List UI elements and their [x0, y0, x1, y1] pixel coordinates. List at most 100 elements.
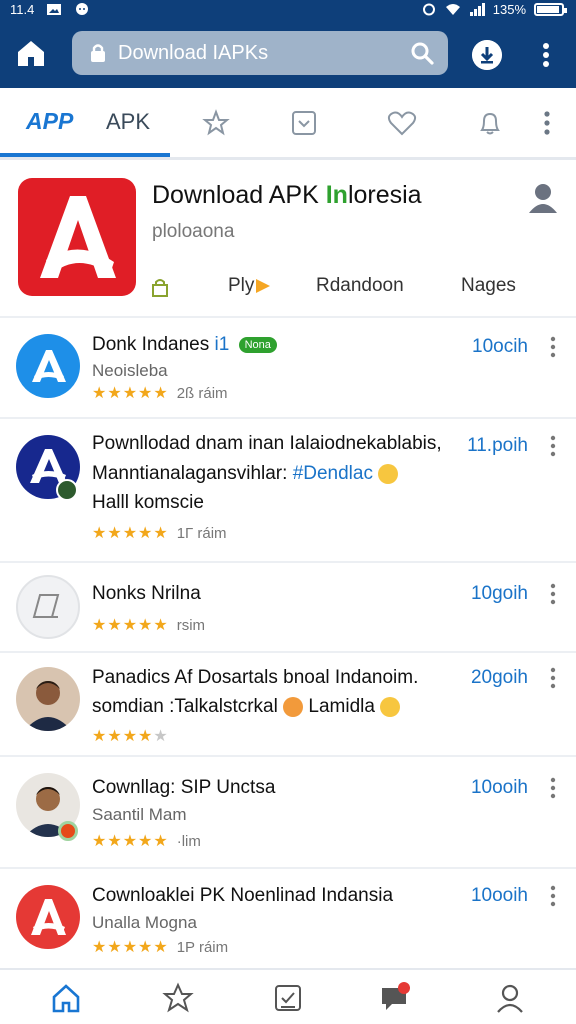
- item-menu-icon[interactable]: [548, 583, 558, 605]
- address-bar[interactable]: Download IAPKs: [72, 31, 448, 75]
- star-icon: ★: [138, 524, 153, 542]
- star-icon: ★: [153, 384, 168, 402]
- star-icon: ★: [138, 938, 153, 956]
- nav-tasks-icon[interactable]: [272, 982, 304, 1014]
- update-box-icon: [292, 110, 316, 135]
- overflow-menu-icon[interactable]: [536, 40, 556, 70]
- featured-meta-play[interactable]: Ply: [228, 275, 272, 297]
- featured-app-logo: [18, 178, 136, 296]
- rating-count: rsim: [176, 617, 206, 634]
- app-title-text: Donk Indanes: [92, 334, 210, 355]
- star-icon: ★: [153, 938, 168, 956]
- list-item[interactable]: Cownloaklei PK Noenlinad Indansia Unalla…: [0, 869, 576, 968]
- featured-app-title: Download APK Inloresia: [152, 181, 422, 210]
- tab-wishlist[interactable]: [372, 88, 432, 157]
- home-icon[interactable]: [14, 36, 48, 70]
- nav-messages-icon[interactable]: [378, 982, 410, 1014]
- app-size: 10goih: [470, 583, 528, 604]
- star-icon: ★: [153, 616, 168, 634]
- star-icon: ★: [107, 728, 122, 745]
- lock-small-icon: [152, 279, 168, 297]
- star-icon: ★: [138, 616, 153, 634]
- tab-app-label[interactable]: APP: [26, 108, 73, 135]
- star-icon: ★: [153, 832, 168, 850]
- rating-stars: ★ ★ ★ ★ ★: [92, 729, 168, 745]
- featured-meta-category[interactable]: Rdandoon: [316, 275, 404, 297]
- meta-play-label: Ply: [228, 275, 255, 296]
- book-icon: [32, 594, 60, 618]
- tab-favorites[interactable]: [186, 88, 246, 157]
- url-text[interactable]: Download IAPKs: [118, 42, 268, 65]
- app-size: 20goih: [470, 667, 528, 688]
- item-menu-icon[interactable]: [548, 885, 558, 907]
- tab-more[interactable]: [532, 88, 562, 157]
- tab-notifications[interactable]: [460, 88, 520, 157]
- bell-icon: [480, 112, 500, 134]
- star-icon: ★: [138, 832, 153, 850]
- app-title: Cownloaklei PK Noenlinad Indansia: [92, 885, 394, 906]
- featured-app-card[interactable]: Download APK Inloresia ploloaona Ply Rda…: [0, 163, 576, 318]
- list-item[interactable]: Donk Indanes i1 Nona Neoisleba ★ ★ ★ ★ ★ 2ß r…: [0, 318, 576, 419]
- description-text: Manntianalagansvihlar:: [92, 463, 293, 484]
- featured-meta-pages[interactable]: Nages: [461, 275, 516, 297]
- star-icon: ★: [92, 728, 107, 745]
- verified-badge-icon: [56, 479, 78, 501]
- rating-count: 1Г ráim: [176, 525, 227, 542]
- list-item[interactable]: Pownllodad dnam inan Ialaiodnekablabis, …: [0, 419, 576, 563]
- item-menu-icon[interactable]: [548, 336, 558, 358]
- signal-icon: [469, 3, 485, 16]
- item-menu-icon[interactable]: [548, 667, 558, 689]
- star-icon: ★: [122, 384, 138, 402]
- overflow-vertical-icon: [544, 110, 550, 135]
- status-clock: 11.4: [10, 2, 35, 17]
- star-icon: ★: [92, 524, 107, 542]
- nav-home-icon[interactable]: [50, 982, 82, 1014]
- star-icon: ★: [122, 728, 138, 745]
- app-size: 11.poih: [467, 435, 528, 456]
- play-store-icon: [256, 278, 271, 293]
- chrome-badge-icon: [58, 821, 78, 841]
- app-title: Nonks Nrilna: [92, 583, 201, 604]
- tab-app-apk[interactable]: APP APK: [0, 88, 170, 157]
- tab-apk-label[interactable]: APK: [106, 109, 150, 135]
- star-icon: ★: [92, 616, 107, 634]
- rating-count: ·lim: [176, 833, 201, 850]
- item-menu-icon[interactable]: [548, 435, 558, 457]
- rating-stars: ★ ★ ★ ★ ★ ·lim: [92, 833, 201, 850]
- list-item[interactable]: Panadics Af Dosartals bnoal Indanoim. so…: [0, 653, 576, 757]
- status-bar: 11.4 135%: [0, 0, 576, 20]
- star-icon: ★: [122, 938, 138, 956]
- list-item[interactable]: Cownllag: SIP Unctsa Saantil Mam ★ ★ ★ ★ ★ ·l…: [0, 757, 576, 869]
- nav-favorites-icon[interactable]: [162, 982, 194, 1014]
- app-size: 10ocih: [472, 336, 528, 357]
- account-icon[interactable]: [526, 181, 560, 215]
- battery-text: 135%: [492, 2, 526, 17]
- item-menu-icon[interactable]: [548, 777, 558, 799]
- nav-profile-icon[interactable]: [494, 982, 526, 1014]
- star-icon: ★: [153, 728, 168, 745]
- title-part: Download APK: [152, 181, 326, 209]
- app-title: Panadics Af Dosartals bnoal Indanoim.: [92, 667, 419, 688]
- star-icon: ★: [107, 384, 122, 402]
- download-icon[interactable]: [472, 40, 502, 70]
- star-icon: ★: [153, 524, 168, 542]
- app-description-extra: Halll komscie: [92, 492, 204, 513]
- app-icon: [16, 575, 80, 639]
- app-badge: Nona: [238, 336, 277, 353]
- tab-updates[interactable]: [274, 88, 334, 157]
- description-text: Lamidla: [303, 696, 381, 717]
- person-photo-icon: [24, 681, 72, 731]
- app-title-suffix: i1: [214, 334, 230, 355]
- title-highlight: In: [325, 181, 348, 209]
- featured-app-subtitle: ploloaona: [152, 221, 235, 242]
- surprised-emoji-icon: [283, 696, 304, 717]
- tab-bar: APP APK: [0, 88, 576, 160]
- star-icon: ★: [107, 616, 122, 634]
- list-item[interactable]: Nonks Nrilna ★ ★ ★ ★ ★ rsim 10goih: [0, 563, 576, 653]
- hashtag-link[interactable]: #Dendlac: [293, 463, 373, 484]
- rating-stars: ★ ★ ★ ★ ★ 1P ráim: [92, 939, 228, 956]
- app-avatar: [16, 667, 80, 731]
- star-icon: ★: [122, 524, 138, 542]
- search-icon[interactable]: [410, 41, 434, 65]
- heart-icon: [387, 111, 417, 135]
